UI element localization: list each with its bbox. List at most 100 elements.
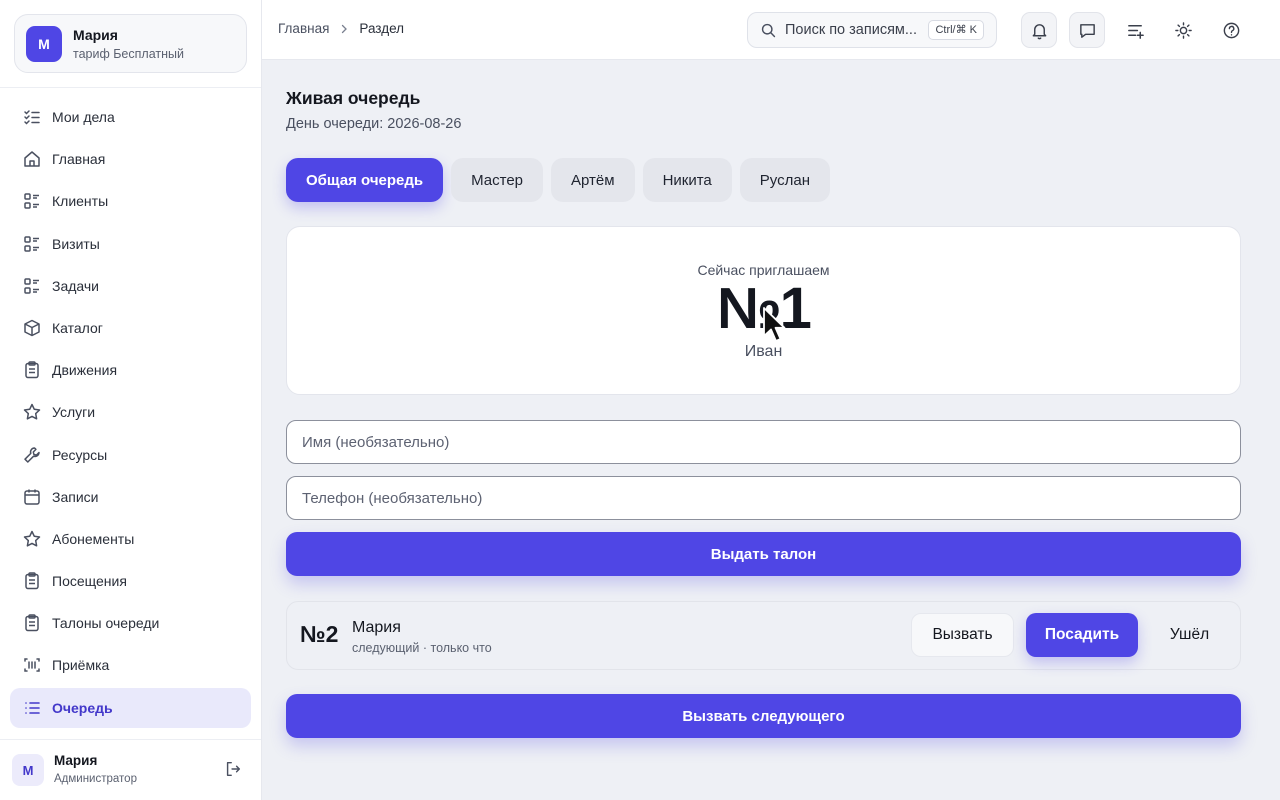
issue-ticket-button[interactable]: Выдать талон [286, 532, 1241, 576]
tenant-plan: тариф Бесплатный [73, 47, 184, 61]
sidebar-item-bookings[interactable]: Записи [10, 477, 251, 517]
tenant-name: Мария [73, 27, 118, 43]
list-icon [24, 193, 39, 210]
call-next-button[interactable]: Вызвать следующего [286, 694, 1241, 738]
star-icon [23, 404, 41, 420]
call-button[interactable]: Вызвать [911, 613, 1014, 657]
help-button[interactable] [1213, 12, 1249, 48]
sidebar-item-label: Клиенты [52, 193, 109, 210]
clipboard-icon [25, 614, 39, 632]
chevron-right-icon [342, 24, 348, 33]
topbar: Главная Раздел Поиск по записям... Ctrl/… [262, 0, 1280, 60]
sidebar-item-label: Услуги [52, 404, 96, 421]
current-user: М Мария Администратор [12, 752, 252, 788]
list-icon [24, 278, 39, 294]
add-list-button[interactable] [1117, 12, 1153, 48]
clipboard-icon [25, 361, 39, 379]
sidebar-item-label: Очередь [52, 699, 113, 716]
checklist-icon [24, 110, 40, 125]
breadcrumb-current: Раздел [359, 21, 405, 36]
breadcrumb: Главная Раздел [278, 21, 404, 36]
sidebar-item-tasks[interactable]: Задачи [10, 266, 251, 306]
tab-master[interactable]: Мастер [451, 158, 544, 202]
barcode-icon [24, 658, 40, 673]
sidebar-item-home[interactable]: Главная [10, 139, 251, 179]
sidebar-item-label: Задачи [52, 277, 100, 294]
queue-row-name: Мария [352, 619, 401, 636]
tab-general-queue[interactable]: Общая очередь [286, 158, 444, 202]
left-button[interactable]: Ушёл [1147, 613, 1232, 657]
queue-row: №2 Мария следующий · только что Вызвать … [286, 601, 1241, 670]
sidebar-item-receiving[interactable]: Приёмка [10, 645, 251, 685]
name-field[interactable] [286, 420, 1241, 464]
sidebar-item-label: Движения [52, 362, 118, 379]
sidebar: М Мария тариф Бесплатный Мои дела Главна… [0, 0, 262, 800]
sidebar-item-resources[interactable]: Ресурсы [10, 435, 251, 475]
page-title: Живая очередь [286, 88, 421, 108]
search-shortcut: Ctrl/⌘ K [928, 20, 984, 40]
sidebar-item-queue[interactable]: Очередь [10, 687, 251, 728]
help-icon [1223, 22, 1239, 38]
wrench-icon [24, 446, 40, 463]
search-placeholder: Поиск по записям [785, 22, 905, 38]
avatar: М [12, 754, 44, 786]
sidebar-nav: Мои дела Главная Клиенты Визиты Задачи К… [10, 97, 251, 730]
page-subtitle: День очереди: 2026-08-26 [286, 116, 462, 132]
star-icon [23, 530, 41, 547]
user-role: Администратор [54, 773, 137, 785]
calendar-icon [24, 489, 40, 505]
sidebar-item-catalog[interactable]: Каталог [10, 308, 251, 348]
phone-field[interactable] [286, 476, 1241, 520]
messages-button[interactable] [1069, 12, 1105, 48]
divider [0, 739, 261, 740]
sidebar-item-clients[interactable]: Клиенты [10, 181, 251, 221]
sidebar-item-label: Визиты [52, 235, 100, 252]
user-name: Мария [54, 753, 98, 768]
queue-list-icon [25, 701, 40, 714]
sun-icon [1174, 21, 1192, 39]
tenant-switcher[interactable]: М Мария тариф Бесплатный [14, 14, 247, 73]
box-icon [24, 319, 40, 337]
sidebar-item-subscriptions[interactable]: Абонементы [10, 519, 251, 559]
queue-tabs: Общая очередь Мастер Артём Никита Руслан [286, 158, 830, 202]
sidebar-item-my-tasks[interactable]: Мои дела [10, 97, 251, 137]
sidebar-item-label: Каталог [52, 319, 103, 336]
now-serving-name: Иван [744, 343, 783, 360]
search-input[interactable]: Поиск по записям... Ctrl/⌘ K [747, 12, 997, 48]
sidebar-item-label: Посещения [52, 573, 127, 590]
sidebar-item-label: Приёмка [52, 657, 110, 674]
search-icon [761, 23, 776, 37]
sidebar-item-label: Записи [52, 488, 99, 505]
logout-icon[interactable] [224, 760, 242, 778]
divider [0, 87, 261, 88]
add-list-icon [1127, 24, 1144, 39]
list-icon [24, 235, 39, 252]
now-serving-number: №1 [717, 276, 812, 341]
seat-button[interactable]: Посадить [1026, 613, 1138, 657]
tab-nikita[interactable]: Никита [642, 158, 732, 202]
sidebar-item-label: Главная [52, 151, 106, 168]
queue-row-number: №2 [300, 621, 339, 647]
queue-row-meta: следующий · только что [352, 641, 492, 655]
sidebar-item-movements[interactable]: Движения [10, 350, 251, 390]
theme-toggle-button[interactable] [1165, 12, 1201, 48]
sidebar-item-label: Абонементы [52, 530, 135, 547]
now-serving-card: Сейчас приглашаем №1 Иван [286, 226, 1241, 395]
chat-icon [1079, 23, 1095, 38]
bell-icon [1032, 23, 1046, 39]
tab-ruslan[interactable]: Руслан [739, 158, 830, 202]
sidebar-item-services[interactable]: Услуги [10, 392, 251, 432]
sidebar-item-label: Ресурсы [52, 446, 108, 463]
search-ellipsis: ... [904, 22, 917, 38]
home-icon [24, 151, 40, 167]
sidebar-item-attendance[interactable]: Посещения [10, 561, 251, 601]
breadcrumb-home[interactable]: Главная [278, 21, 329, 36]
tenant-avatar: М [26, 26, 62, 62]
sidebar-item-label: Мои дела [52, 109, 115, 125]
sidebar-item-visits[interactable]: Визиты [10, 224, 251, 264]
clipboard-icon [25, 572, 39, 590]
tab-artyom[interactable]: Артём [551, 158, 635, 202]
notifications-button[interactable] [1021, 12, 1057, 48]
sidebar-item-queue-tickets[interactable]: Талоны очереди [10, 603, 251, 643]
sidebar-item-label: Талоны очереди [52, 615, 160, 632]
